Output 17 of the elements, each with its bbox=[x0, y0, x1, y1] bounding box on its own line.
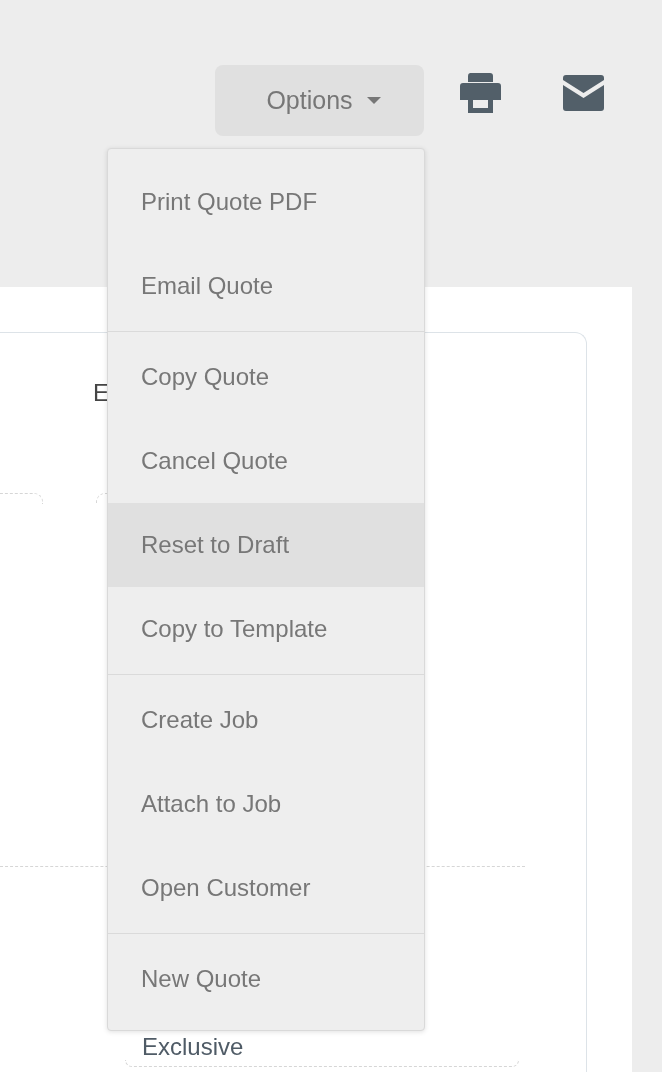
print-icon[interactable] bbox=[460, 73, 501, 113]
menu-item[interactable]: Open Customer bbox=[108, 846, 424, 930]
menu-item[interactable]: Reset to Draft bbox=[108, 503, 424, 587]
menu-item[interactable]: Cancel Quote bbox=[108, 419, 424, 503]
menu-item[interactable]: New Quote bbox=[108, 937, 424, 1021]
menu-item[interactable]: Print Quote PDF bbox=[108, 160, 424, 244]
menu-item[interactable]: Copy Quote bbox=[108, 335, 424, 419]
field-value: Exclusive bbox=[142, 1034, 244, 1060]
menu-item[interactable]: Email Quote bbox=[108, 244, 424, 328]
caret-icon bbox=[366, 97, 381, 104]
section-heading: E bbox=[93, 379, 109, 407]
menu-item[interactable]: Copy to Template bbox=[108, 587, 424, 671]
mail-icon[interactable] bbox=[563, 75, 604, 111]
options-button[interactable]: Options bbox=[215, 65, 424, 136]
dashed-box-edge bbox=[0, 493, 43, 504]
menu-item[interactable]: Create Job bbox=[108, 678, 424, 762]
menu-item[interactable]: Attach to Job bbox=[108, 762, 424, 846]
